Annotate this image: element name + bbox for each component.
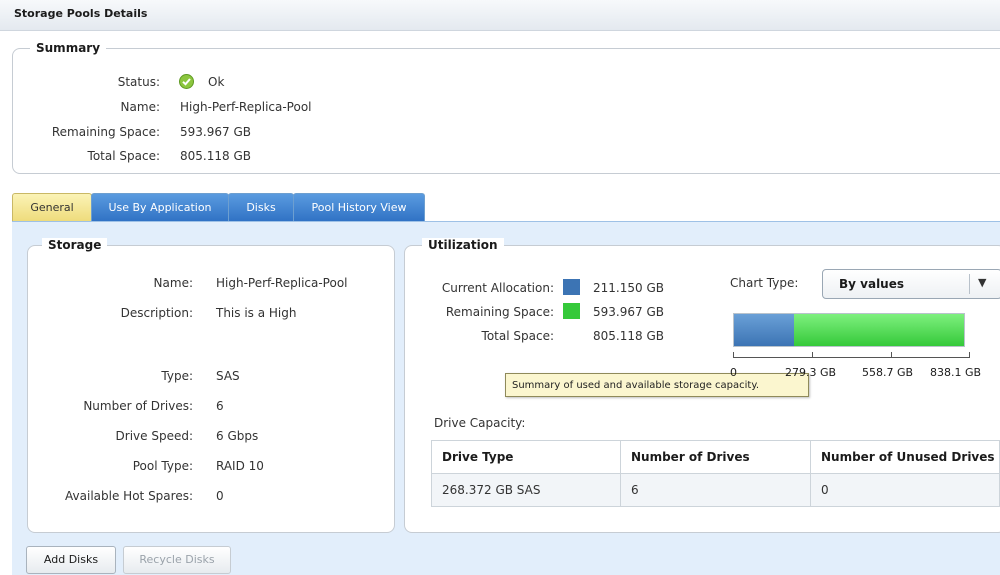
axis-tick bbox=[733, 352, 734, 358]
remaining-space-value: 593.967 GB bbox=[180, 125, 251, 139]
axis-tick bbox=[891, 352, 892, 358]
storage-legend: Storage bbox=[42, 238, 108, 252]
remaining-space-label: Remaining Space: bbox=[51, 125, 160, 139]
tab-use-by-application[interactable]: Use By Application bbox=[91, 193, 229, 222]
description-value: This is a High bbox=[216, 306, 297, 320]
description-label: Description: bbox=[120, 306, 193, 320]
chevron-down-icon[interactable]: ▼ bbox=[978, 276, 986, 289]
total-space-value: 805.118 GB bbox=[180, 149, 251, 163]
total-space-label: Total Space: bbox=[87, 149, 160, 163]
pool-type-value: RAID 10 bbox=[216, 459, 264, 473]
cell-unused-drives: 0 bbox=[810, 473, 1000, 507]
util-remaining-value: 593.967 GB bbox=[593, 305, 664, 319]
utilization-bar bbox=[733, 313, 965, 347]
hot-spares-value: 0 bbox=[216, 489, 224, 503]
col-number-of-drives[interactable]: Number of Drives bbox=[620, 440, 811, 474]
tab-disks[interactable]: Disks bbox=[228, 193, 294, 222]
axis-tick-label: 558.7 GB bbox=[862, 366, 914, 379]
axis-tick-label: 838.1 GB bbox=[930, 366, 982, 379]
table-row[interactable]: 268.372 GB SAS 6 0 bbox=[431, 473, 1000, 507]
select-divider bbox=[969, 274, 970, 294]
window-title: Storage Pools Details bbox=[14, 7, 148, 20]
hot-spares-label: Available Hot Spares: bbox=[65, 489, 193, 503]
chart-type-label: Chart Type: bbox=[730, 276, 799, 290]
type-value: SAS bbox=[216, 369, 240, 383]
summary-legend: Summary bbox=[30, 41, 107, 55]
util-total-value: 805.118 GB bbox=[593, 329, 664, 343]
storage-name-label: Name: bbox=[153, 276, 193, 290]
col-number-of-unused-drives[interactable]: Number of Unused Drives bbox=[810, 440, 1000, 474]
bar-axis-line bbox=[733, 357, 969, 358]
current-allocation-label: Current Allocation: bbox=[441, 281, 554, 295]
drive-speed-label: Drive Speed: bbox=[115, 429, 193, 443]
name-value: High-Perf-Replica-Pool bbox=[180, 100, 312, 114]
axis-tick-label: 0 bbox=[730, 366, 737, 379]
cell-drive-type: 268.372 GB SAS bbox=[431, 473, 621, 507]
window-title-bar: Storage Pools Details bbox=[0, 0, 1000, 31]
number-of-drives-label: Number of Drives: bbox=[83, 399, 193, 413]
storage-name-value: High-Perf-Replica-Pool bbox=[216, 276, 348, 290]
axis-tick bbox=[812, 352, 813, 358]
chart-tooltip: Summary of used and available storage ca… bbox=[505, 373, 809, 397]
type-label: Type: bbox=[161, 369, 193, 383]
ok-check-icon bbox=[179, 74, 194, 89]
tab-general[interactable]: General bbox=[12, 193, 92, 222]
drive-capacity-table: Drive Type Number of Drives Number of Un… bbox=[431, 440, 1000, 507]
number-of-drives-value: 6 bbox=[216, 399, 224, 413]
util-total-label: Total Space: bbox=[481, 329, 554, 343]
utilization-legend: Utilization bbox=[422, 238, 504, 252]
cell-number-of-drives: 6 bbox=[620, 473, 811, 507]
col-drive-type[interactable]: Drive Type bbox=[431, 440, 621, 474]
summary-panel bbox=[12, 48, 1000, 174]
current-allocation-value: 211.150 GB bbox=[593, 281, 664, 295]
axis-tick bbox=[969, 352, 970, 358]
add-disks-button[interactable]: Add Disks bbox=[26, 546, 116, 574]
recycle-disks-button[interactable]: Recycle Disks bbox=[123, 546, 231, 574]
status-value: Ok bbox=[208, 75, 225, 89]
chart-type-selected: By values bbox=[839, 277, 905, 291]
name-label: Name: bbox=[120, 100, 160, 114]
current-allocation-swatch bbox=[563, 279, 580, 295]
util-remaining-label: Remaining Space: bbox=[445, 305, 554, 319]
pool-type-label: Pool Type: bbox=[132, 459, 193, 473]
drive-capacity-label: Drive Capacity: bbox=[434, 416, 526, 430]
drive-speed-value: 6 Gbps bbox=[216, 429, 259, 443]
tab-pool-history-view[interactable]: Pool History View bbox=[293, 193, 425, 222]
free-bar-segment bbox=[794, 314, 964, 346]
axis-tick-label: 279.3 GB bbox=[785, 366, 837, 379]
remaining-space-swatch bbox=[563, 303, 580, 319]
chart-type-select[interactable]: By values ▼ bbox=[822, 269, 1000, 299]
used-bar-segment bbox=[734, 314, 794, 346]
status-label: Status: bbox=[117, 75, 160, 89]
